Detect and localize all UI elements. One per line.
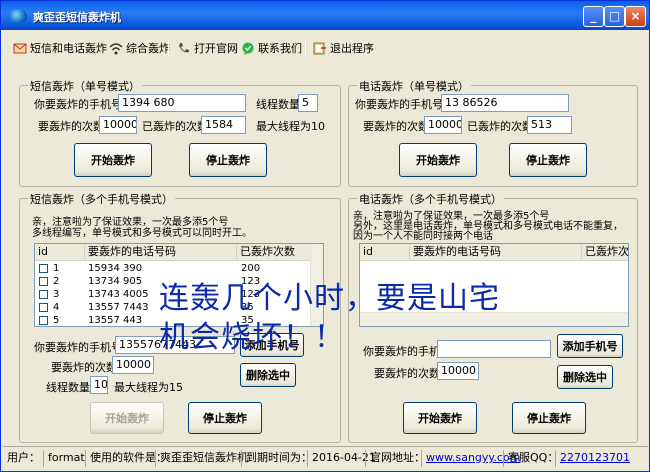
row-id: 1 (53, 263, 60, 274)
row-checkbox[interactable] (39, 264, 48, 273)
col-count[interactable]: 已轰炸次数 (582, 244, 628, 261)
menu-open-site[interactable]: 打开官网 (177, 40, 238, 56)
call-multi-times-input[interactable]: 10000 (437, 362, 479, 380)
col-id[interactable]: id (360, 244, 410, 261)
sms-single-stop-button[interactable]: 停止轰炸 (189, 143, 267, 177)
sms-single-max-thread: 最大线程为10 (256, 120, 325, 133)
main-window: 爽歪歪短信轰炸机 _ □ × 短信和电话轰炸 综合轰炸 打开官网 联系我们 退出… (0, 0, 650, 472)
row-checkbox[interactable] (39, 277, 48, 286)
row-number: 13557 7443 (88, 302, 149, 313)
row-checkbox[interactable] (39, 316, 48, 325)
menu-contact[interactable]: 联系我们 (241, 40, 302, 56)
col-count[interactable]: 已轰炸次数 (237, 244, 311, 261)
sms-multi-delete-button[interactable]: 删除选中 (240, 363, 296, 387)
phone-icon (177, 42, 191, 55)
status-software-value: 爽歪歪短信轰炸机 (155, 450, 248, 467)
call-multi-group: 电话轰炸（多个手机号模式） 亲，注意啦为了保证效果，一次最多添5个号 另外，这里… (348, 191, 638, 443)
sms-multi-notice-2: 多线程编写，单号模式和多号模式可以同时开工。 (32, 228, 252, 239)
sms-single-group: 短信轰炸（单号模式） 你要轰炸的手机号 1394 680 线程数量 5 要轰炸的… (19, 78, 341, 187)
status-user-value: format (43, 450, 85, 467)
sms-multi-list-header: id 要轰炸的电话号码 已轰炸次数 (35, 244, 311, 261)
sms-single-start-button[interactable]: 开始轰炸 (74, 143, 152, 177)
call-single-done-input[interactable]: 513 (527, 116, 572, 134)
sms-multi-stop-button[interactable]: 停止轰炸 (188, 402, 262, 434)
status-site-label: 官网地址： (365, 450, 425, 467)
call-multi-phone-input[interactable] (437, 340, 551, 358)
sms-single-phone-label: 你要轰炸的手机号 (34, 98, 122, 111)
row-id: 3 (53, 289, 60, 300)
menu-separator (168, 39, 169, 57)
app-icon (9, 9, 27, 23)
sms-single-thread-input[interactable]: 5 (298, 94, 318, 112)
mail-icon (13, 42, 27, 55)
row-number: 15934 390 (88, 263, 143, 274)
call-single-done-label: 已轰炸的次数 (467, 120, 533, 133)
exit-icon (313, 42, 327, 55)
call-single-stop-button[interactable]: 停止轰炸 (509, 143, 587, 177)
call-single-times-label: 要轰炸的次数 (363, 120, 429, 133)
sms-multi-times-label: 要轰炸的次数 (51, 361, 117, 374)
status-expire-label: 到期时间为： (241, 450, 312, 467)
call-multi-stop-button[interactable]: 停止轰炸 (512, 402, 586, 434)
status-qq-link[interactable]: 2270123701 (555, 450, 630, 467)
sms-single-title: 短信轰炸（单号模式） (28, 78, 142, 94)
sms-multi-start-button[interactable]: 开始轰炸 (90, 402, 164, 434)
sms-single-done-label: 已轰炸的次数 (142, 120, 208, 133)
call-single-title: 电话轰炸（单号模式） (357, 78, 471, 94)
row-number: 13557 443 (88, 315, 143, 326)
call-single-times-input[interactable]: 10000 (424, 116, 462, 134)
menu-bar: 短信和电话轰炸 综合轰炸 打开官网 联系我们 退出程序 (5, 33, 646, 61)
sms-single-phone-input[interactable]: 1394 680 (118, 94, 246, 112)
row-id: 5 (53, 315, 60, 326)
row-id: 4 (53, 302, 60, 313)
window-title: 爽歪歪短信轰炸机 (33, 11, 121, 24)
sms-single-times-label: 要轰炸的次数 (38, 120, 104, 133)
call-multi-add-button[interactable]: 添加手机号 (557, 334, 623, 358)
maximize-button[interactable]: □ (604, 6, 625, 27)
call-single-group: 电话轰炸（单号模式） 你要轰炸的手机号 13 86526 要轰炸的次数 1000… (348, 78, 638, 187)
sms-single-times-input[interactable]: 10000 (99, 116, 137, 134)
col-number[interactable]: 要轰炸的电话号码 (410, 244, 582, 261)
call-multi-list-header: id 要轰炸的电话号码 已轰炸次数 (360, 244, 628, 261)
sms-multi-max-thread: 最大线程为15 (114, 381, 183, 394)
close-button[interactable]: × (625, 6, 646, 27)
call-single-phone-label: 你要轰炸的手机号 (355, 98, 443, 111)
overlay-caption-line2: 机会烧坏！！ (159, 320, 345, 355)
call-multi-notice-3: 因为一个人不能同时接两个电话 (353, 231, 493, 242)
call-multi-delete-button[interactable]: 删除选中 (557, 365, 613, 389)
menu-exit[interactable]: 退出程序 (313, 40, 374, 56)
sms-multi-times-input[interactable]: 10000 (112, 356, 154, 374)
col-id[interactable]: id (35, 244, 85, 261)
overlay-caption-line1: 连轰几个小时，要是山宅 (159, 281, 500, 316)
row-id: 2 (53, 276, 60, 287)
status-user-label: 用户： (7, 451, 40, 464)
call-multi-title: 电话轰炸（多个手机号模式） (357, 191, 504, 207)
row-checkbox[interactable] (39, 303, 48, 312)
call-multi-times-label: 要轰炸的次数 (374, 367, 440, 380)
col-number[interactable]: 要轰炸的电话号码 (85, 244, 237, 261)
row-number: 13734 905 (88, 276, 143, 287)
sms-single-thread-label: 线程数量 (256, 98, 300, 111)
minimize-button[interactable]: _ (583, 6, 604, 27)
status-qq-label: 客服QQ： (503, 450, 558, 467)
sms-multi-phone-label: 你要轰炸的手机号 (34, 341, 122, 354)
sms-multi-thread-label: 线程数量 (46, 381, 90, 394)
chat-icon (241, 42, 255, 55)
menu-sms-call[interactable]: 短信和电话轰炸 (13, 40, 107, 56)
sms-single-done-input[interactable]: 1584 (201, 116, 246, 134)
call-single-phone-input[interactable]: 13 86526 (441, 94, 569, 112)
call-single-start-button[interactable]: 开始轰炸 (399, 143, 477, 177)
row-number: 13743 4005 (88, 289, 149, 300)
sms-multi-title: 短信轰炸（多个手机号模式） (28, 191, 175, 207)
call-multi-start-button[interactable]: 开始轰炸 (403, 402, 477, 434)
menu-separator (305, 39, 306, 57)
row-checkbox[interactable] (39, 290, 48, 299)
menu-combined[interactable]: 综合轰炸 (109, 40, 170, 56)
sms-multi-thread-input[interactable]: 10 (90, 376, 108, 394)
wifi-icon (109, 42, 123, 55)
title-bar[interactable]: 爽歪歪短信轰炸机 _ □ × (1, 1, 649, 30)
status-bar: 用户： format 使用的软件是： 爽歪歪短信轰炸机 到期时间为： 2016-… (3, 446, 648, 468)
